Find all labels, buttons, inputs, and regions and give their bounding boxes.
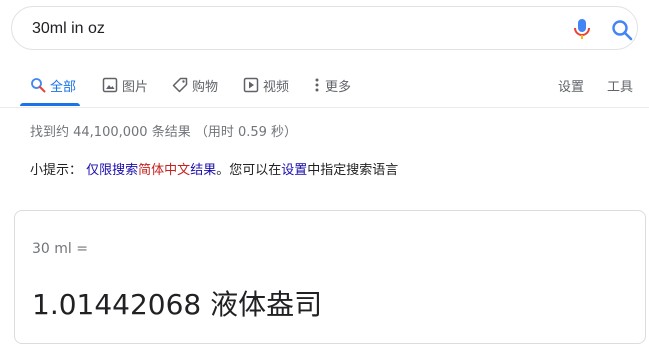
search-tabs: 全部 图片 购物 视频 更多 设置 工具	[0, 66, 649, 108]
search-input[interactable]	[32, 18, 552, 40]
result-stats: 找到约 44,100,000 条结果 （用时 0.59 秒）	[30, 125, 298, 140]
tab-label: 更多	[325, 80, 352, 95]
language-restrict-link[interactable]: 仅限搜索简体中文结果	[86, 163, 216, 178]
tools-link[interactable]: 工具	[607, 76, 633, 106]
tab-images[interactable]: 图片	[102, 76, 148, 106]
search-bar[interactable]	[11, 6, 638, 50]
tab-shopping[interactable]: 购物	[172, 76, 218, 106]
language-hint: 小提示： 仅限搜索简体中文结果。您可以在设置中指定搜索语言	[30, 159, 398, 178]
tools-label: 工具	[607, 80, 634, 95]
hint-middle: 。您可以在	[216, 163, 282, 178]
tag-icon	[172, 77, 188, 93]
unit-converter-card: 30 ml = 1.01442068 液体盎司	[14, 210, 646, 344]
settings-label: 设置	[558, 80, 585, 95]
conversion-result: 1.01442068 液体盎司	[32, 288, 323, 321]
settings-link[interactable]: 设置	[558, 76, 584, 106]
active-tab-indicator	[20, 103, 80, 106]
tab-label: 全部	[50, 80, 77, 95]
mic-icon[interactable]	[572, 18, 592, 40]
tab-label: 图片	[122, 80, 149, 95]
tab-videos[interactable]: 视频	[243, 76, 289, 106]
search-icon[interactable]	[611, 19, 633, 41]
tab-more[interactable]: 更多	[313, 76, 351, 106]
more-vert-icon	[313, 77, 321, 93]
hint-prefix: 小提示：	[30, 163, 83, 178]
tab-label: 视频	[263, 80, 290, 95]
play-icon	[243, 77, 259, 93]
divider	[0, 107, 649, 108]
search-icon	[30, 77, 46, 93]
settings-inline-link[interactable]: 设置	[281, 163, 307, 178]
tab-label: 购物	[192, 80, 219, 95]
tab-all[interactable]: 全部	[30, 76, 76, 106]
hint-suffix: 中指定搜索语言	[307, 163, 399, 178]
image-icon	[102, 77, 118, 93]
conversion-input: 30 ml =	[32, 241, 88, 257]
